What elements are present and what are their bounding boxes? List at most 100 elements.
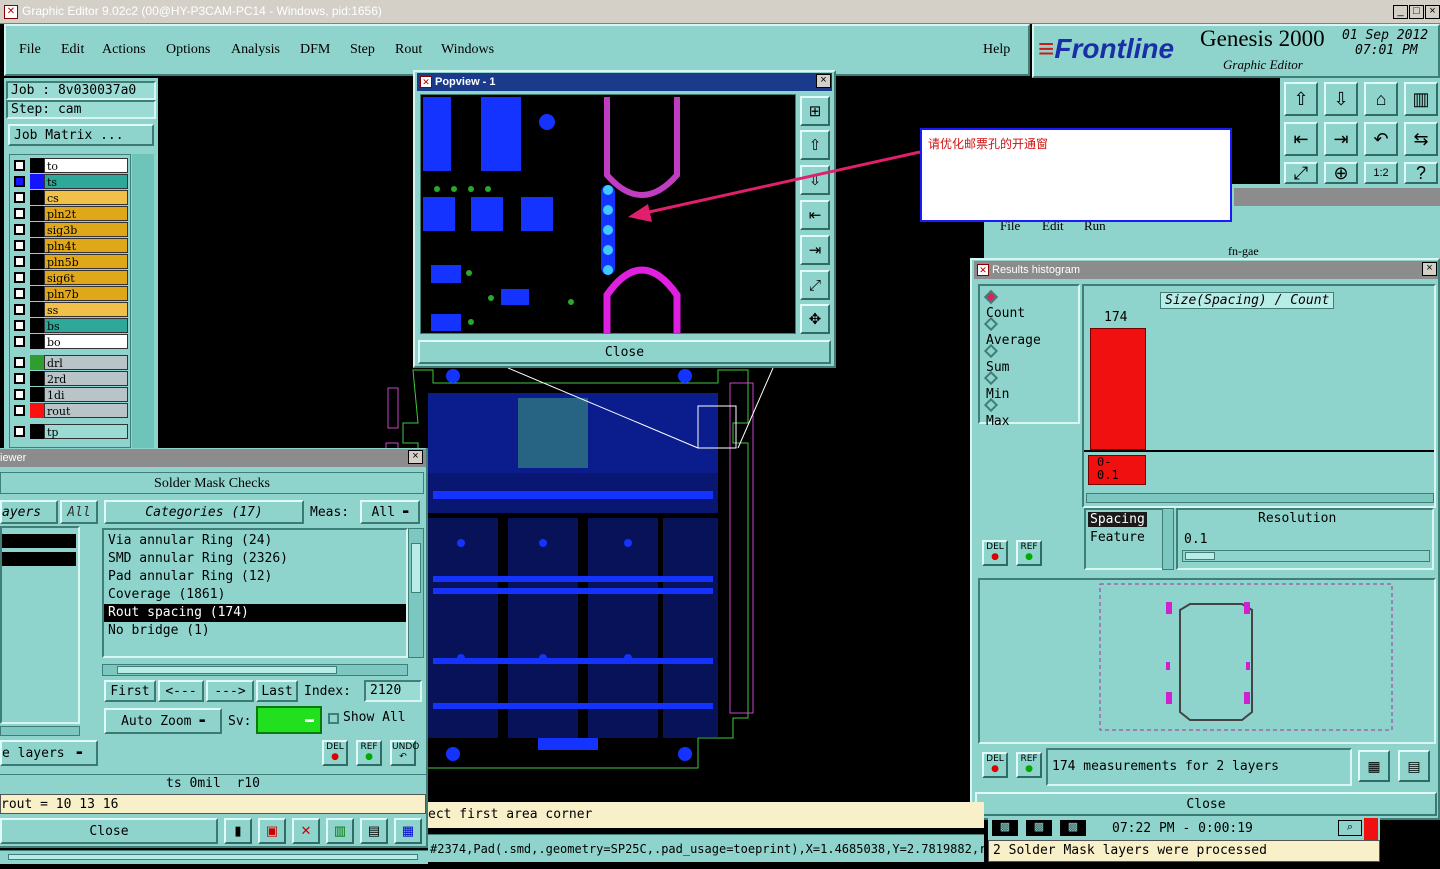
tool-help-icon[interactable]: ? [1404,162,1438,184]
layer-checkbox[interactable] [14,357,25,368]
category-vscroll[interactable] [408,528,424,658]
layer-checkbox[interactable] [14,336,25,347]
layer-row-pln5b[interactable]: pln5b [12,254,128,269]
drill-layer-row-rout[interactable]: rout [12,403,128,418]
layer-checkbox[interactable] [14,304,25,315]
option-count[interactable]: Count [983,289,1025,321]
layer-name[interactable]: drl [44,355,128,370]
popview-tool-zoom-icon[interactable]: ⊞ [800,96,830,126]
layer-row-ss[interactable]: ss [12,302,128,317]
next-button[interactable]: ---> [206,680,254,702]
layer-row-cs[interactable]: cs [12,190,128,205]
preview-del-button[interactable]: DEL ● [982,752,1008,778]
tool-fit-icon[interactable]: ⤢ [1284,162,1318,184]
status-icon-3[interactable]: ▩ [1060,820,1086,836]
layers-dropdown[interactable]: e layers ▬ [0,740,98,766]
category-item[interactable]: Via annular Ring (24) [104,532,406,550]
layer-name[interactable]: pln7b [44,286,128,301]
menu-analysis[interactable]: Analysis [231,42,280,58]
layer-checkbox[interactable] [14,389,25,400]
layer-checkbox[interactable] [14,405,25,416]
viewer-undo-button[interactable]: UNDO ↶ [390,740,419,766]
popview-tool-center-icon[interactable]: ✥ [800,304,830,334]
layer-row-pln2t[interactable]: pln2t [12,206,128,221]
index-input[interactable]: 2120 [364,680,422,702]
category-hscroll[interactable] [102,664,408,676]
layer-name[interactable]: 2rd [44,371,128,386]
tool-zoom-icon[interactable]: ⊕ [1324,162,1358,184]
viewer-tool-report-icon[interactable]: ▤ [360,818,388,844]
option-max[interactable]: Max [983,397,1009,429]
layer-name[interactable]: bo [44,334,128,349]
layer-checkbox[interactable] [14,240,25,251]
results-del-button[interactable]: DEL ● [982,540,1008,566]
category-item[interactable]: Pad annular Ring (12) [104,568,406,586]
layer-checkbox[interactable] [14,224,25,235]
layer-row-sig6t[interactable]: sig6t [12,270,128,285]
tool-home-icon[interactable]: ⌂ [1364,82,1398,116]
menu-actions[interactable]: Actions [102,42,146,58]
category-item[interactable]: SMD annular Ring (2326) [104,550,406,568]
first-button[interactable]: First [104,680,156,702]
layer-row-ts[interactable]: ts [12,174,128,189]
spacing-scroll[interactable] [1162,508,1174,570]
menu-options[interactable]: Options [166,42,210,58]
tool-pan-right-icon[interactable]: ⇥ [1324,122,1358,156]
show-all-checkbox[interactable] [328,713,339,724]
layer-checkbox[interactable] [14,192,25,203]
category-item[interactable]: No bridge (1) [104,622,406,640]
menu-windows[interactable]: Windows [441,42,494,58]
layer-name[interactable]: tp [44,424,128,439]
bottom-scroll-thumb[interactable] [8,854,418,860]
layer-name[interactable]: cs [44,190,128,205]
viewer-close-x[interactable]: × [408,450,423,464]
layer-checkbox[interactable] [14,272,25,283]
layer-name[interactable]: sig3b [44,222,128,237]
results-close-button[interactable]: Close [975,792,1437,816]
layer-name[interactable]: ss [44,302,128,317]
menu-help[interactable]: Help [983,42,1010,58]
layer-checkbox[interactable] [14,160,25,171]
layer-row-pln7b[interactable]: pln7b [12,286,128,301]
layers-list-row-1[interactable] [2,534,76,548]
category-vscroll-thumb[interactable] [411,543,421,593]
meas-dropdown[interactable]: All ▬ [360,500,420,524]
layer-checkbox[interactable] [14,208,25,219]
drill-layer-row-1di[interactable]: 1di [12,387,128,402]
viewer-ref-button[interactable]: REF ● [356,740,382,766]
menu-dfm[interactable]: DFM [300,42,330,58]
layer-name[interactable]: 1di [44,387,128,402]
layer-checkbox[interactable] [14,373,25,384]
prev-button[interactable]: <--- [158,680,204,702]
bottom-scrollbar[interactable] [0,850,428,864]
histogram-hscroll[interactable] [1086,493,1434,503]
status-icon-2[interactable]: ▩ [1026,820,1052,836]
layer-name[interactable]: rout [44,403,128,418]
tool-undo-icon[interactable]: ↶ [1364,122,1398,156]
layers-tab[interactable]: ayers [0,500,58,524]
preview-ref-button[interactable]: REF ● [1016,752,1042,778]
radio-icon[interactable] [983,370,999,386]
resolution-slider[interactable] [1182,550,1430,562]
menu-file[interactable]: File [19,42,41,58]
layer-name[interactable]: sig6t [44,270,128,285]
tool-save-icon[interactable]: ⇩ [1324,82,1358,116]
layer-row-tp[interactable]: tp [12,424,128,439]
radio-icon[interactable] [983,343,999,359]
viewer-tool-delete-icon[interactable]: ▣ [258,818,286,844]
popview-tool-right-icon[interactable]: ⇥ [800,235,830,265]
layer-scroll-strip[interactable] [132,154,154,448]
menu-step[interactable]: Step [350,42,375,58]
viewer-tool-select-icon[interactable]: ▮ [224,818,252,844]
category-list[interactable]: Via annular Ring (24) SMD annular Ring (2… [102,528,408,658]
minimize-button[interactable]: _ [1393,5,1408,19]
radio-icon[interactable] [983,289,999,305]
layers-list-row-2[interactable] [2,552,76,566]
feature-label[interactable]: Feature [1090,530,1145,545]
drill-layer-row-2rd[interactable]: 2rd [12,371,128,386]
tool-open-icon[interactable]: ⇧ [1284,82,1318,116]
viewer-tool-clear-icon[interactable]: ✕ [292,818,320,844]
sv-dropdown[interactable]: ▬ [256,706,322,734]
tool-window-icon[interactable]: ▥ [1404,82,1438,116]
layers-hscroll[interactable] [0,726,80,736]
